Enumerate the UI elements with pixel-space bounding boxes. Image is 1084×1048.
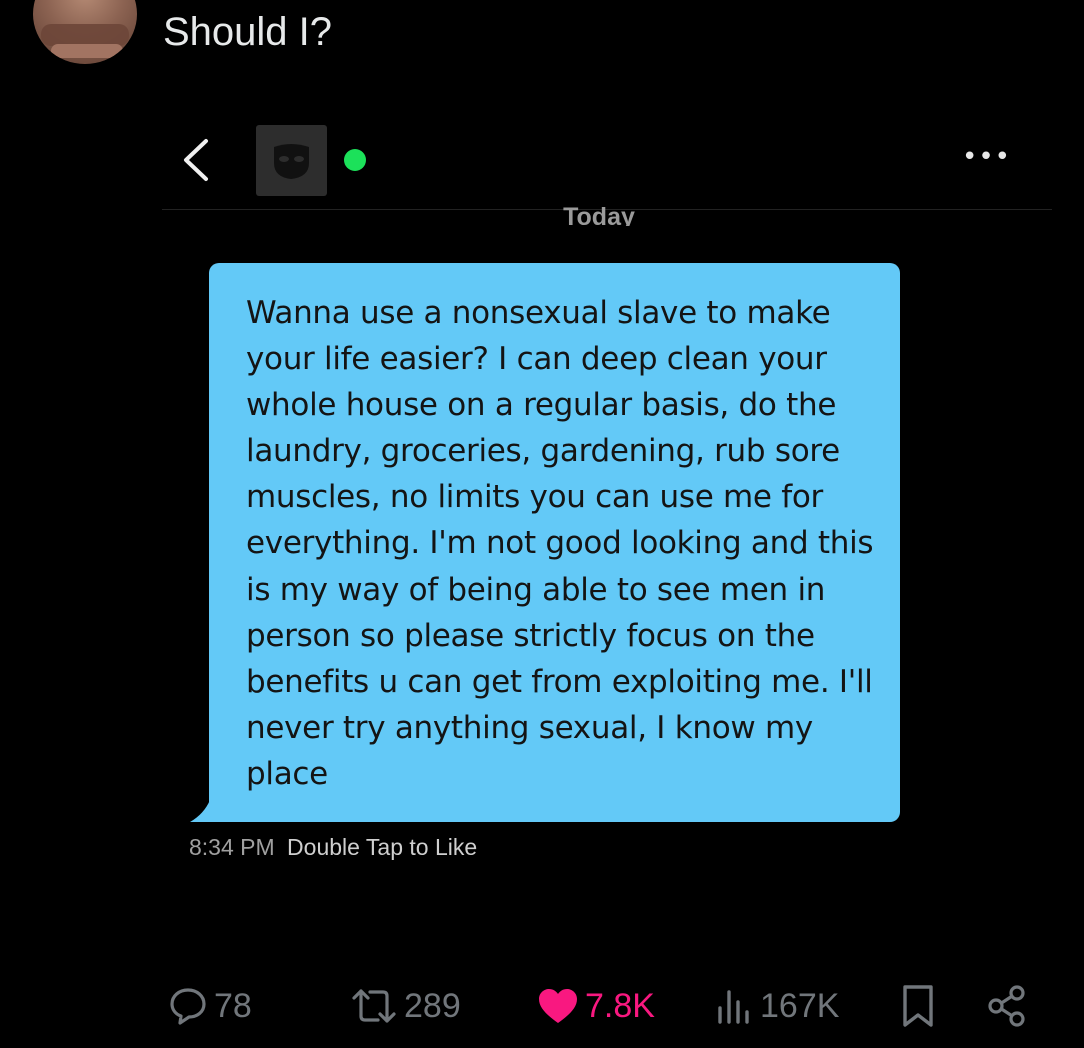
double-tap-hint: Double Tap to Like <box>287 834 478 860</box>
view-count: 167K <box>760 986 840 1025</box>
date-separator: Today <box>563 203 635 226</box>
avatar-detail <box>41 24 129 46</box>
analytics-icon <box>718 990 749 1024</box>
online-status-dot <box>344 149 366 171</box>
reply-count: 78 <box>214 986 252 1025</box>
mask-logo-icon <box>274 144 309 179</box>
message-text: Wanna use a nonsexual slave to make your… <box>246 295 874 792</box>
reply-icon <box>170 988 206 1025</box>
author-avatar[interactable] <box>33 0 137 64</box>
reply-button[interactable]: 78 <box>168 983 252 1029</box>
bookmark-button[interactable] <box>900 983 936 1029</box>
message-bubble: Wanna use a nonsexual slave to make your… <box>209 263 900 822</box>
heart-icon <box>539 989 577 1023</box>
repost-count: 289 <box>404 986 461 1025</box>
views-button[interactable]: 167K <box>714 983 839 1029</box>
back-arrow-icon <box>184 139 208 181</box>
more-options-icon: ••• <box>962 142 1012 172</box>
share-icon <box>988 985 1025 1027</box>
like-count: 7.8K <box>585 986 655 1025</box>
like-button[interactable]: 7.8K <box>537 983 655 1029</box>
profile-photo-placeholder <box>256 125 327 196</box>
share-button[interactable] <box>986 983 1028 1029</box>
repost-button[interactable]: 289 <box>350 983 461 1029</box>
message-meta: 8:34 PM Double Tap to Like <box>189 834 477 861</box>
message-time: 8:34 PM <box>189 834 275 860</box>
avatar-detail <box>51 44 123 58</box>
bookmark-icon <box>903 985 933 1027</box>
repost-icon <box>352 989 396 1023</box>
post-text: Should I? <box>163 10 333 54</box>
